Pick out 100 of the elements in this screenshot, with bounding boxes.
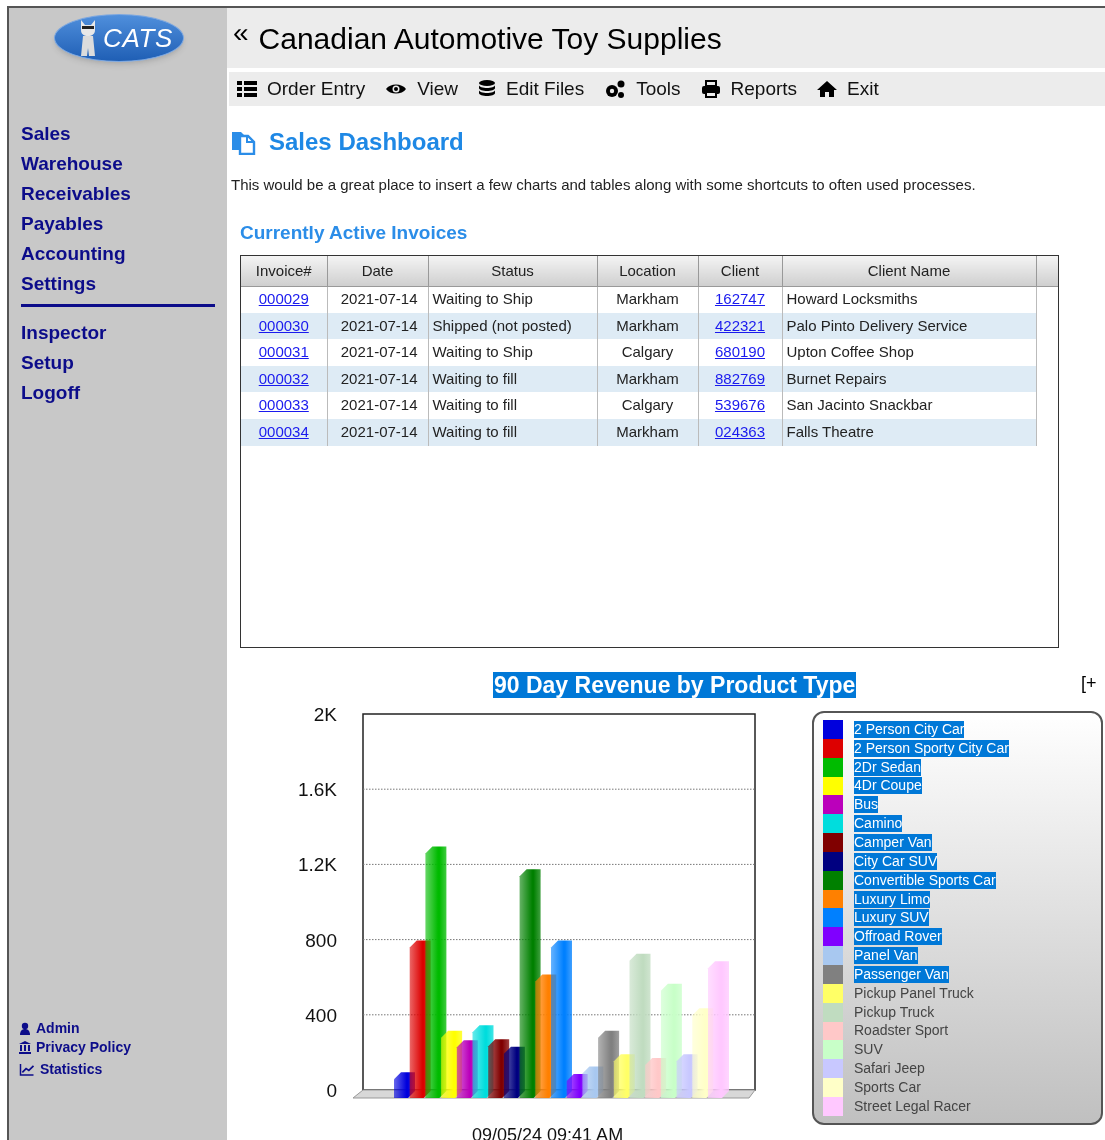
toolbar-button[interactable]: Reports bbox=[700, 74, 798, 104]
legend-label: Convertible Sports Car bbox=[854, 871, 996, 889]
column-header[interactable]: Date bbox=[327, 256, 428, 286]
printer-icon bbox=[700, 79, 721, 99]
footer-link[interactable]: Privacy Policy bbox=[36, 1039, 131, 1056]
legend-label: Luxury Limo bbox=[854, 890, 931, 908]
y-axis-label: 400 bbox=[305, 1004, 337, 1026]
legend-label: 2 Person Sporty City Car bbox=[854, 739, 1009, 757]
legend-label: Safari Jeep bbox=[854, 1060, 925, 1078]
legend-label: Roadster Sport bbox=[854, 1022, 949, 1040]
invoice-link[interactable]: 000032 bbox=[258, 369, 309, 387]
table-cell: 2021-07-14 bbox=[340, 423, 418, 440]
client-link[interactable]: 882769 bbox=[714, 369, 766, 387]
table-cell: Upton Coffee Shop bbox=[786, 343, 914, 361]
table-cell: Markham bbox=[616, 423, 679, 440]
sidebar-link[interactable]: Receivables bbox=[21, 182, 227, 205]
table-cell: Markham bbox=[616, 290, 679, 308]
app-title: Canadian Automotive Toy Supplies bbox=[258, 20, 722, 57]
legend-label: Passenger Van bbox=[854, 965, 949, 983]
table-cell: Calgary bbox=[621, 343, 674, 361]
legend-label: Luxury SUV bbox=[854, 909, 929, 927]
table-cell: Markham bbox=[616, 369, 679, 387]
legend-label: 2Dr Sedan bbox=[854, 758, 921, 776]
client-link[interactable]: 162747 bbox=[714, 290, 766, 308]
client-link[interactable]: 024363 bbox=[714, 423, 766, 440]
client-link[interactable]: 539676 bbox=[714, 396, 766, 414]
table-cell: Waiting to fill bbox=[432, 423, 517, 440]
legend-label: Camper Van bbox=[854, 834, 932, 851]
table-cell: 2021-07-14 bbox=[340, 343, 418, 361]
legend-label: Bus bbox=[854, 796, 879, 814]
line-chart-icon bbox=[19, 1063, 35, 1076]
page-description: This would be a great place to insert a few charts and tables along with some shortcuts to often used processes. bbox=[231, 175, 977, 195]
sidebar-link[interactable]: Setup bbox=[21, 351, 227, 374]
legend-label: 2 Person City Car bbox=[854, 720, 965, 738]
page-title: Sales Dashboard bbox=[269, 127, 464, 157]
documents-icon bbox=[231, 129, 257, 155]
y-axis-label: 0 bbox=[326, 1080, 337, 1101]
invoice-link[interactable]: 000034 bbox=[258, 423, 309, 440]
table-cell: Markham bbox=[616, 316, 679, 334]
table-cell: 2021-07-14 bbox=[340, 316, 418, 334]
column-header[interactable]: Status bbox=[428, 256, 597, 286]
home-icon bbox=[817, 79, 838, 99]
toolbar-button[interactable]: Edit Files bbox=[478, 74, 585, 104]
table-cell: Calgary bbox=[621, 396, 674, 414]
expand-button[interactable]: [+ bbox=[1081, 670, 1097, 697]
toolbar-button[interactable]: View bbox=[385, 74, 459, 104]
sidebar-link[interactable]: Inspector bbox=[21, 321, 227, 344]
legend-label: Panel Van bbox=[854, 947, 918, 965]
database-icon bbox=[478, 79, 497, 99]
table-cell: 2021-07-14 bbox=[340, 290, 418, 308]
table-cell: Waiting to fill bbox=[432, 369, 517, 387]
sidebar-link[interactable]: Logoff bbox=[21, 381, 227, 404]
table-cell: Shipped (not posted) bbox=[432, 316, 572, 334]
bank-icon bbox=[19, 1041, 31, 1054]
legend-label: Sports Car bbox=[854, 1078, 921, 1096]
collapse-button[interactable]: « bbox=[233, 12, 249, 54]
legend-label: SUV bbox=[854, 1041, 883, 1059]
legend-label: City Car SUV bbox=[854, 852, 938, 870]
table-cell: Palo Pinto Delivery Service bbox=[786, 316, 968, 334]
column-header[interactable]: Client bbox=[698, 256, 782, 286]
table-cell: Waiting to Ship bbox=[432, 343, 533, 361]
list-icon bbox=[237, 79, 257, 99]
table-cell: 2021-07-14 bbox=[340, 396, 418, 414]
invoice-link[interactable]: 000029 bbox=[258, 290, 309, 308]
logo-text: CATS bbox=[103, 21, 173, 55]
legend-label: Pickup Truck bbox=[854, 1003, 935, 1021]
legend-label: Pickup Panel Truck bbox=[854, 984, 974, 1002]
y-axis-label: 800 bbox=[305, 929, 337, 951]
sidebar-link[interactable]: Sales bbox=[21, 122, 227, 145]
table-cell: Falls Theatre bbox=[786, 423, 874, 440]
user-icon bbox=[19, 1022, 31, 1035]
invoice-link[interactable]: 000033 bbox=[258, 396, 309, 414]
sidebar-link[interactable]: Warehouse bbox=[21, 152, 227, 175]
column-header[interactable]: Client Name bbox=[782, 256, 1036, 286]
table-cell: Burnet Repairs bbox=[786, 369, 887, 387]
table-cell: Waiting to Ship bbox=[432, 290, 533, 308]
legend-label: Street Legal Racer bbox=[854, 1097, 971, 1115]
toolbar-button[interactable]: Exit bbox=[817, 74, 879, 104]
column-header[interactable]: Location bbox=[597, 256, 698, 286]
legend-label: 4Dr Coupe bbox=[854, 777, 922, 795]
client-link[interactable]: 422321 bbox=[714, 316, 766, 334]
sidebar-link[interactable]: Settings bbox=[21, 272, 227, 295]
table-cell: San Jacinto Snackbar bbox=[786, 396, 933, 414]
footer-link[interactable]: Admin bbox=[36, 1020, 80, 1037]
column-header[interactable]: Invoice# bbox=[241, 256, 327, 286]
toolbar-button[interactable]: Tools bbox=[604, 74, 681, 104]
toolbar-button[interactable]: Order Entry bbox=[237, 74, 366, 104]
sidebar-link[interactable]: Payables bbox=[21, 212, 227, 235]
table-cell: Howard Locksmiths bbox=[786, 290, 918, 308]
table-cell: 2021-07-14 bbox=[340, 369, 418, 387]
y-axis-label: 2K bbox=[313, 704, 337, 725]
table-cell: Waiting to fill bbox=[432, 396, 517, 414]
invoice-link[interactable]: 000030 bbox=[258, 316, 309, 334]
client-link[interactable]: 680190 bbox=[714, 343, 766, 361]
y-axis-label: 1.6K bbox=[297, 779, 337, 801]
footer-link[interactable]: Statistics bbox=[40, 1061, 103, 1078]
y-axis-label: 1.2K bbox=[297, 854, 337, 876]
sidebar-link[interactable]: Accounting bbox=[21, 242, 227, 265]
invoice-link[interactable]: 000031 bbox=[258, 343, 309, 361]
legend-label: Camino bbox=[854, 815, 903, 833]
